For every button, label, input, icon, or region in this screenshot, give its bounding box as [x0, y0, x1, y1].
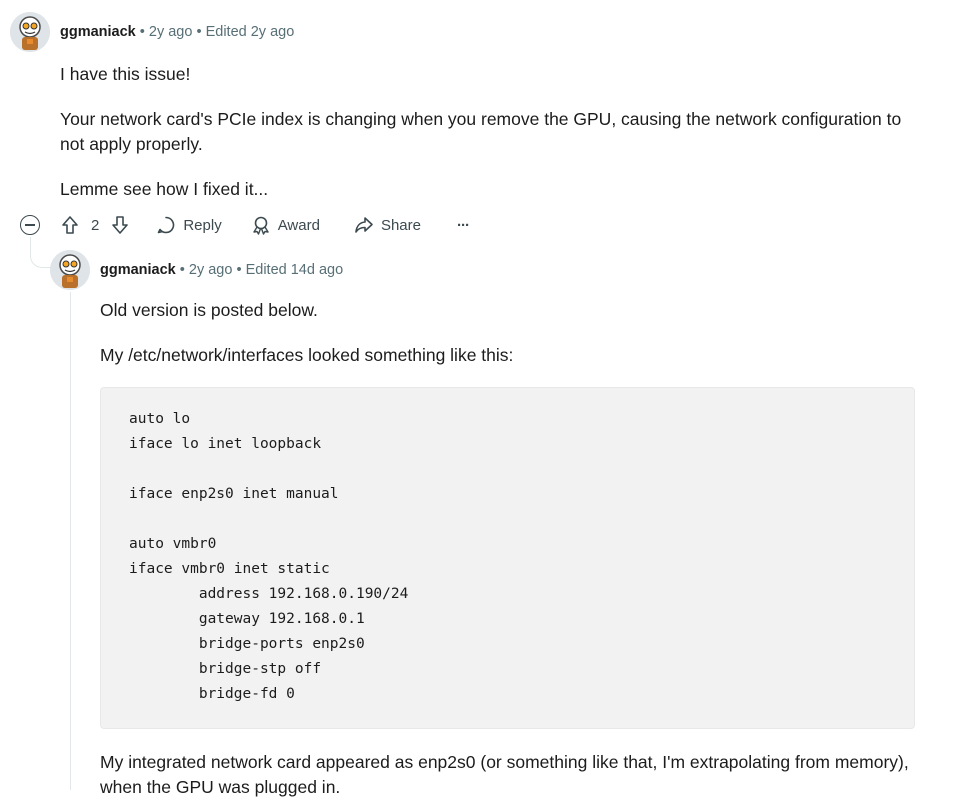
award-button[interactable]: Award [251, 215, 320, 235]
comment-body: I have this issue! Your network card's P… [60, 62, 920, 202]
code-line: auto vmbr0 [129, 536, 217, 552]
ellipsis-icon: ··· [456, 216, 470, 234]
code-line: gateway 192.168.0.1 [129, 611, 365, 627]
comment-paragraph: My /etc/network/interfaces looked someth… [100, 345, 514, 365]
code-line: iface lo inet loopback [129, 436, 322, 452]
separator-dot: • [236, 262, 242, 278]
username-link[interactable]: ggmaniack [100, 262, 176, 278]
reply-label: Reply [183, 216, 222, 234]
code-line: ​ [129, 507, 886, 532]
code-line: address 192.168.0.190/24 [129, 586, 409, 602]
avatar[interactable] [50, 250, 90, 290]
reply-button[interactable]: Reply [156, 215, 222, 235]
award-ribbon-icon [253, 216, 269, 235]
edited-label: Edited 14d ago [245, 262, 344, 278]
username-link[interactable]: ggmaniack [60, 24, 136, 40]
comment-age[interactable]: 2y ago [189, 262, 233, 278]
separator-dot: • [139, 24, 145, 40]
comment-paragraph: My integrated network card appeared as e… [100, 752, 909, 797]
speech-bubble-icon [158, 216, 175, 234]
comment-paragraph: Lemme see how I fixed it... [60, 179, 269, 199]
thread-line [70, 292, 71, 790]
collapse-icon[interactable] [20, 215, 40, 235]
share-label: Share [380, 216, 421, 234]
comment-meta: ggmaniack • 2y ago • Edited 2y ago [60, 24, 294, 40]
award-label: Award [277, 216, 320, 234]
code-line: auto lo [129, 411, 191, 427]
separator-dot: • [196, 24, 202, 40]
code-block: auto lo iface lo inet loopback ​ iface enp2… [100, 387, 915, 729]
separator-dot: • [179, 262, 185, 278]
code-line: iface vmbr0 inet static [129, 561, 330, 577]
comment-paragraph: Your network card's PCIe index is changi… [60, 109, 902, 154]
code-line: ​ [129, 457, 886, 482]
upvote-arrow-icon[interactable] [60, 215, 80, 235]
avatar[interactable] [10, 12, 50, 52]
comment-meta: ggmaniack • 2y ago • Edited 14d ago [100, 262, 343, 278]
share-button[interactable]: Share [354, 215, 421, 235]
comment-paragraph: Old version is posted below. [100, 300, 318, 320]
comment-action-bar: 2 Reply Award Share ··· [60, 209, 470, 241]
code-line: bridge-fd 0 [129, 686, 295, 702]
downvote-arrow-icon[interactable] [110, 215, 130, 235]
vote-group: 2 [60, 215, 130, 235]
code-line: bridge-stp off [129, 661, 322, 677]
code-line: bridge-ports enp2s0 [129, 636, 365, 652]
comment-age[interactable]: 2y ago [149, 24, 193, 40]
comment-body: Old version is posted below. My /etc/net… [100, 298, 920, 368]
more-options-button[interactable]: ··· [456, 216, 470, 234]
avatar-image [50, 250, 90, 290]
vote-score: 2 [91, 216, 100, 234]
edited-label: Edited 2y ago [205, 24, 295, 40]
share-arrow-icon [355, 217, 373, 233]
avatar-image [10, 12, 50, 52]
code-line: iface enp2s0 inet manual [129, 486, 339, 502]
comment-paragraph: I have this issue! [60, 64, 191, 84]
